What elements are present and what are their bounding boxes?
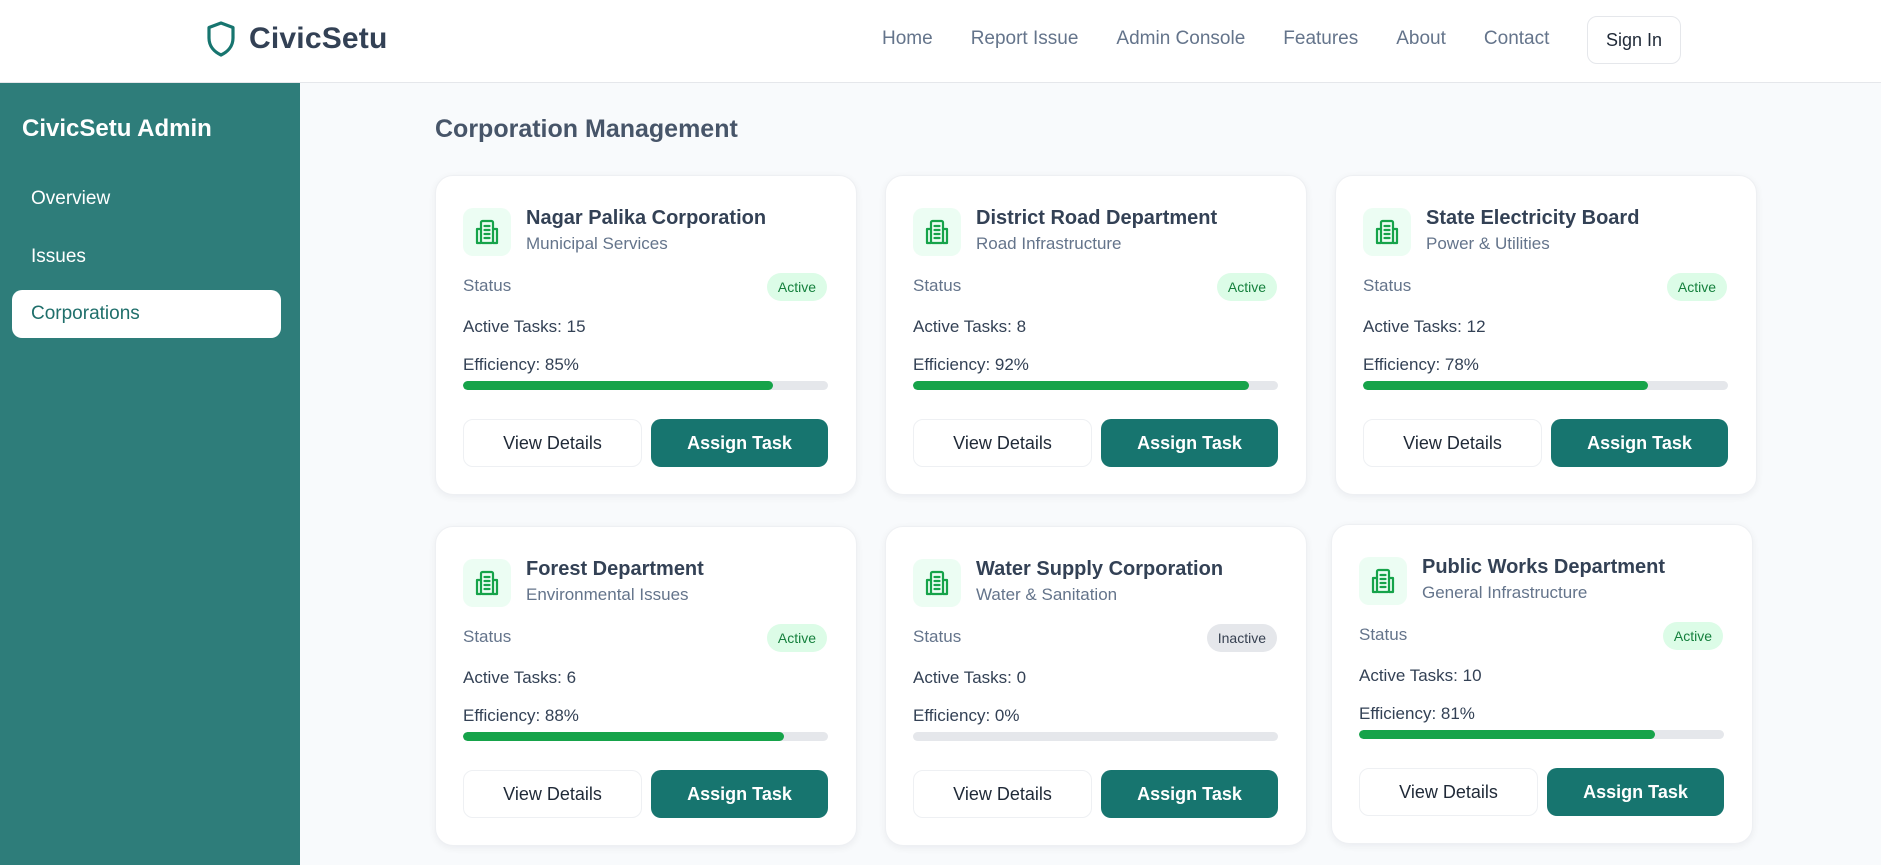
corporation-card: State Electricity Board Power & Utilitie… bbox=[1335, 175, 1757, 495]
efficiency-progress-bar bbox=[463, 732, 828, 741]
sidebar-item-issues[interactable]: Issues bbox=[12, 233, 281, 281]
corporation-type: Water & Sanitation bbox=[976, 585, 1118, 604]
status-badge: Active bbox=[1216, 273, 1277, 301]
assign-task-button[interactable]: Assign Task bbox=[651, 419, 828, 467]
view-details-button[interactable]: View Details bbox=[463, 770, 642, 818]
building-icon bbox=[463, 559, 511, 607]
admin-sidebar: CivicSetu Admin Overview Issues Corporat… bbox=[0, 83, 300, 865]
nav-contact[interactable]: Contact bbox=[1484, 28, 1549, 50]
efficiency-progress-bar bbox=[913, 381, 1278, 390]
corporation-type: Road Infrastructure bbox=[976, 234, 1122, 253]
status-label: Status bbox=[1363, 276, 1412, 295]
corporation-type: Power & Utilities bbox=[1426, 234, 1550, 253]
corporation-card: Public Works Department General Infrastr… bbox=[1331, 524, 1753, 844]
corporation-name: Nagar Palika Corporation bbox=[526, 207, 767, 229]
corporation-name: Forest Department bbox=[526, 558, 704, 580]
building-icon bbox=[1363, 208, 1411, 256]
corporation-card: Water Supply Corporation Water & Sanitat… bbox=[885, 526, 1307, 846]
efficiency-progress-bar bbox=[463, 381, 828, 390]
sign-in-button[interactable]: Sign In bbox=[1587, 16, 1681, 64]
efficiency-label: Efficiency: 88% bbox=[463, 706, 579, 725]
brand-logo[interactable]: CivicSetu bbox=[205, 19, 388, 59]
building-icon bbox=[1359, 557, 1407, 605]
building-icon bbox=[913, 208, 961, 256]
efficiency-progress-fill bbox=[1363, 381, 1648, 390]
view-details-button[interactable]: View Details bbox=[913, 419, 1092, 467]
status-badge: Active bbox=[1666, 273, 1727, 301]
efficiency-label: Efficiency: 78% bbox=[1363, 355, 1479, 374]
nav-home[interactable]: Home bbox=[882, 28, 933, 50]
active-tasks: Active Tasks: 6 bbox=[463, 668, 577, 687]
status-label: Status bbox=[913, 627, 962, 646]
corporation-card: District Road Department Road Infrastruc… bbox=[885, 175, 1307, 495]
status-label: Status bbox=[463, 627, 512, 646]
nav-report-issue[interactable]: Report Issue bbox=[971, 28, 1079, 50]
status-badge: Inactive bbox=[1206, 624, 1277, 652]
view-details-button[interactable]: View Details bbox=[463, 419, 642, 467]
nav-features[interactable]: Features bbox=[1283, 28, 1358, 50]
active-tasks: Active Tasks: 12 bbox=[1363, 317, 1486, 336]
efficiency-label: Efficiency: 0% bbox=[913, 706, 1020, 725]
view-details-button[interactable]: View Details bbox=[1359, 768, 1538, 816]
view-details-button[interactable]: View Details bbox=[1363, 419, 1542, 467]
efficiency-progress-bar bbox=[1363, 381, 1728, 390]
status-badge: Active bbox=[766, 624, 827, 652]
status-label: Status bbox=[913, 276, 962, 295]
active-tasks: Active Tasks: 10 bbox=[1359, 666, 1482, 685]
efficiency-label: Efficiency: 92% bbox=[913, 355, 1029, 374]
active-tasks: Active Tasks: 8 bbox=[913, 317, 1027, 336]
corporation-name: State Electricity Board bbox=[1426, 207, 1640, 229]
corporation-name: District Road Department bbox=[976, 207, 1218, 229]
efficiency-progress-bar bbox=[1359, 730, 1724, 739]
active-tasks: Active Tasks: 0 bbox=[913, 668, 1027, 687]
corporation-name: Water Supply Corporation bbox=[976, 558, 1224, 580]
assign-task-button[interactable]: Assign Task bbox=[1547, 768, 1724, 816]
sidebar-title: CivicSetu Admin bbox=[22, 115, 212, 142]
shield-icon bbox=[205, 19, 237, 59]
main-nav: Home Report Issue Admin Console Features… bbox=[882, 28, 1587, 50]
building-icon bbox=[913, 559, 961, 607]
corporation-type: Municipal Services bbox=[526, 234, 668, 253]
assign-task-button[interactable]: Assign Task bbox=[651, 770, 828, 818]
efficiency-progress-fill bbox=[463, 381, 774, 390]
efficiency-label: Efficiency: 81% bbox=[1359, 704, 1475, 723]
efficiency-progress-fill bbox=[913, 381, 1249, 390]
corporation-name: Public Works Department bbox=[1422, 556, 1666, 578]
nav-admin-console[interactable]: Admin Console bbox=[1116, 28, 1245, 50]
view-details-button[interactable]: View Details bbox=[913, 770, 1092, 818]
building-icon bbox=[463, 208, 511, 256]
efficiency-label: Efficiency: 85% bbox=[463, 355, 579, 374]
efficiency-progress-fill bbox=[463, 732, 785, 741]
corporation-type: General Infrastructure bbox=[1422, 583, 1588, 602]
status-badge: Active bbox=[766, 273, 827, 301]
assign-task-button[interactable]: Assign Task bbox=[1101, 770, 1278, 818]
assign-task-button[interactable]: Assign Task bbox=[1101, 419, 1278, 467]
corporation-card: Nagar Palika Corporation Municipal Servi… bbox=[435, 175, 857, 495]
page-title: Corporation Management bbox=[435, 115, 738, 143]
sidebar-item-overview[interactable]: Overview bbox=[12, 175, 281, 223]
corporation-type: Environmental Issues bbox=[526, 585, 689, 604]
status-badge: Active bbox=[1662, 622, 1723, 650]
brand-name: CivicSetu bbox=[249, 22, 388, 55]
sidebar-item-corporations[interactable]: Corporations bbox=[12, 290, 281, 338]
active-tasks: Active Tasks: 15 bbox=[463, 317, 586, 336]
top-navbar: CivicSetu Home Report Issue Admin Consol… bbox=[0, 0, 1881, 83]
efficiency-progress-fill bbox=[1359, 730, 1655, 739]
status-label: Status bbox=[463, 276, 512, 295]
efficiency-progress-bar bbox=[913, 732, 1278, 741]
corporation-card: Forest Department Environmental Issues S… bbox=[435, 526, 857, 846]
assign-task-button[interactable]: Assign Task bbox=[1551, 419, 1728, 467]
nav-about[interactable]: About bbox=[1396, 28, 1446, 50]
status-label: Status bbox=[1359, 625, 1408, 644]
